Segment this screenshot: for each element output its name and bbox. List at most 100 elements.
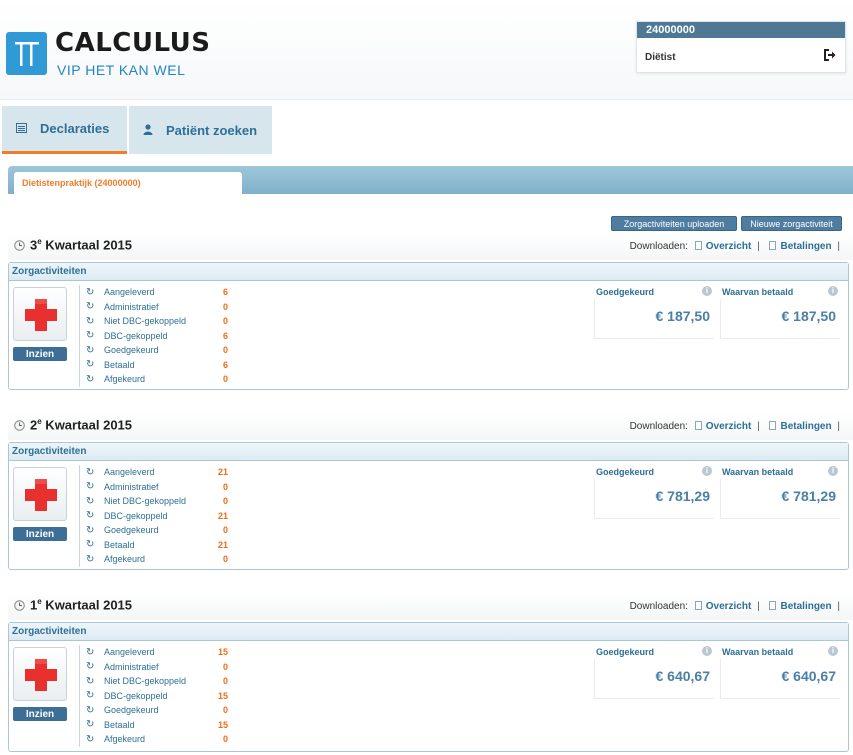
status-row: ↻ Aangeleverd 6 [86, 286, 228, 298]
refresh-icon: ↻ [86, 359, 95, 371]
refresh-icon: ↻ [86, 733, 95, 745]
document-icon [694, 601, 702, 610]
betalingen-link[interactable]: Betalingen [780, 421, 831, 432]
status-row: ↻ Administratief 0 [86, 301, 228, 313]
refresh-icon: ↻ [86, 675, 95, 687]
clock-icon [14, 420, 25, 434]
app-logo-subtitle: VIP HET KAN WEL [57, 62, 185, 78]
approved-amount: € 187,50 [655, 308, 711, 324]
quarter-title: 2e Kwartaal 2015 [30, 417, 133, 433]
refresh-icon: ↻ [86, 524, 95, 536]
quarter-title: 3e Kwartaal 2015 [30, 237, 133, 253]
info-icon[interactable]: i [828, 286, 838, 296]
refresh-icon: ↻ [86, 315, 95, 327]
paid-label: Waarvan betaald [722, 467, 794, 477]
info-icon[interactable]: i [702, 286, 712, 296]
refresh-icon: ↻ [86, 373, 95, 385]
red-cross-icon[interactable] [13, 287, 67, 341]
approved-label: Goedgekeurd [596, 647, 655, 657]
red-cross-icon[interactable] [13, 467, 67, 521]
main-tabs: Declaraties Patiënt zoeken [0, 106, 853, 156]
refresh-icon: ↻ [86, 330, 95, 342]
downloads-links: Downloaden: Overzicht | Betalingen | [629, 421, 840, 432]
betalingen-link[interactable]: Betalingen [780, 241, 831, 252]
status-list: ↻ Aangeleverd 15 ↻ Administratief 0 ↻ Niet DB… [79, 645, 228, 747]
refresh-icon: ↻ [86, 661, 95, 673]
practice-tab[interactable]: Dietistenpraktijk (24000000) [14, 172, 242, 194]
status-row: ↻ Goedgekeurd 0 [86, 704, 228, 716]
info-icon[interactable]: i [828, 646, 838, 656]
quarter-title: 1e Kwartaal 2015 [30, 597, 133, 613]
paid-amount: € 640,67 [781, 668, 837, 684]
user-role: Diëtist [645, 52, 676, 63]
practice-bar: Dietistenpraktijk (24000000) [8, 166, 853, 194]
document-icon [769, 241, 777, 250]
practice-name: Dietistenpraktijk [22, 178, 93, 188]
inzien-button[interactable]: Inzien [13, 347, 67, 361]
overzicht-link[interactable]: Overzicht [706, 241, 752, 252]
status-row: ↻ Betaald 6 [86, 359, 228, 371]
paid-label: Waarvan betaald [722, 647, 794, 657]
downloads-label: Downloaden: [629, 241, 688, 252]
panel-title: Zorgactiviteiten [9, 623, 848, 641]
paid-amount-box: Waarvan betaald i € 640,67 [720, 646, 840, 699]
user-icon [143, 123, 153, 138]
inzien-button[interactable]: Inzien [13, 527, 67, 541]
new-zorgactiviteit-button[interactable]: Nieuwe zorgactiviteit [741, 216, 842, 231]
approved-amount: € 781,29 [655, 488, 711, 504]
overzicht-link[interactable]: Overzicht [706, 601, 752, 612]
refresh-icon: ↻ [86, 286, 95, 298]
logo-sub-slogan: HET KAN WEL [85, 62, 186, 78]
info-icon[interactable]: i [828, 466, 838, 476]
status-row: ↻ Betaald 15 [86, 719, 228, 731]
status-row: ↻ Administratief 0 [86, 481, 228, 493]
tab-patient-zoeken[interactable]: Patiënt zoeken [129, 106, 272, 154]
status-row: ↻ Betaald 21 [86, 539, 228, 551]
status-row: ↻ Niet DBC-gekoppeld 0 [86, 675, 228, 687]
panel-title: Zorgactiviteiten [9, 443, 848, 461]
refresh-icon: ↻ [86, 466, 95, 478]
info-icon[interactable]: i [702, 466, 712, 476]
downloads-label: Downloaden: [629, 421, 688, 432]
betalingen-link[interactable]: Betalingen [780, 601, 831, 612]
logout-icon[interactable] [822, 48, 836, 65]
downloads-label: Downloaden: [629, 601, 688, 612]
app-header: CALCULUS VIP HET KAN WEL 24000000 Diëtis… [0, 0, 853, 100]
tab-declaraties[interactable]: Declaraties [2, 106, 127, 154]
status-row: ↻ DBC-gekoppeld 15 [86, 690, 228, 702]
zorgactiviteiten-panel: Zorgactiviteiten Inzien ↻ Aangeleverd 6 ↻ A… [8, 262, 849, 390]
status-row: ↻ Aangeleverd 15 [86, 646, 228, 658]
downloads-links: Downloaden: Overzicht | Betalingen | [629, 601, 840, 612]
status-row: ↻ Administratief 0 [86, 661, 228, 673]
status-row: ↻ Goedgekeurd 0 [86, 344, 228, 356]
document-icon [694, 421, 702, 430]
panel-title: Zorgactiviteiten [9, 263, 848, 281]
approved-label: Goedgekeurd [596, 467, 655, 477]
calculus-logo [6, 32, 47, 75]
approved-amount-box: Goedgekeurd i € 187,50 [594, 286, 714, 339]
status-list: ↻ Aangeleverd 6 ↻ Administratief 0 ↻ Niet DBC… [79, 285, 228, 387]
red-cross-icon[interactable] [13, 647, 67, 701]
refresh-icon: ↻ [86, 646, 95, 658]
status-row: ↻ Afgekeurd 0 [86, 553, 228, 565]
app-logo-title: CALCULUS [55, 28, 211, 58]
info-icon[interactable]: i [702, 646, 712, 656]
status-row: ↻ Niet DBC-gekoppeld 0 [86, 495, 228, 507]
paid-label: Waarvan betaald [722, 287, 794, 297]
refresh-icon: ↻ [86, 344, 95, 356]
tab-declaraties-label: Declaraties [40, 121, 110, 136]
downloads-links: Downloaden: Overzicht | Betalingen | [629, 241, 840, 252]
clock-icon [14, 600, 25, 614]
quarter-header: 2e Kwartaal 2015 Downloaden: Overzicht |… [8, 412, 853, 440]
refresh-icon: ↻ [86, 301, 95, 313]
document-icon [769, 601, 777, 610]
user-box: 24000000 Diëtist [636, 21, 846, 73]
quarter-header: 1e Kwartaal 2015 Downloaden: Overzicht |… [8, 592, 853, 620]
inzien-button[interactable]: Inzien [13, 707, 67, 721]
paid-amount-box: Waarvan betaald i € 781,29 [720, 466, 840, 519]
status-row: ↻ Afgekeurd 0 [86, 373, 228, 385]
upload-zorgactiviteiten-button[interactable]: Zorgactiviteiten uploaden [611, 216, 737, 231]
refresh-icon: ↻ [86, 553, 95, 565]
logo-sub-vip: VIP [57, 62, 81, 78]
overzicht-link[interactable]: Overzicht [706, 421, 752, 432]
